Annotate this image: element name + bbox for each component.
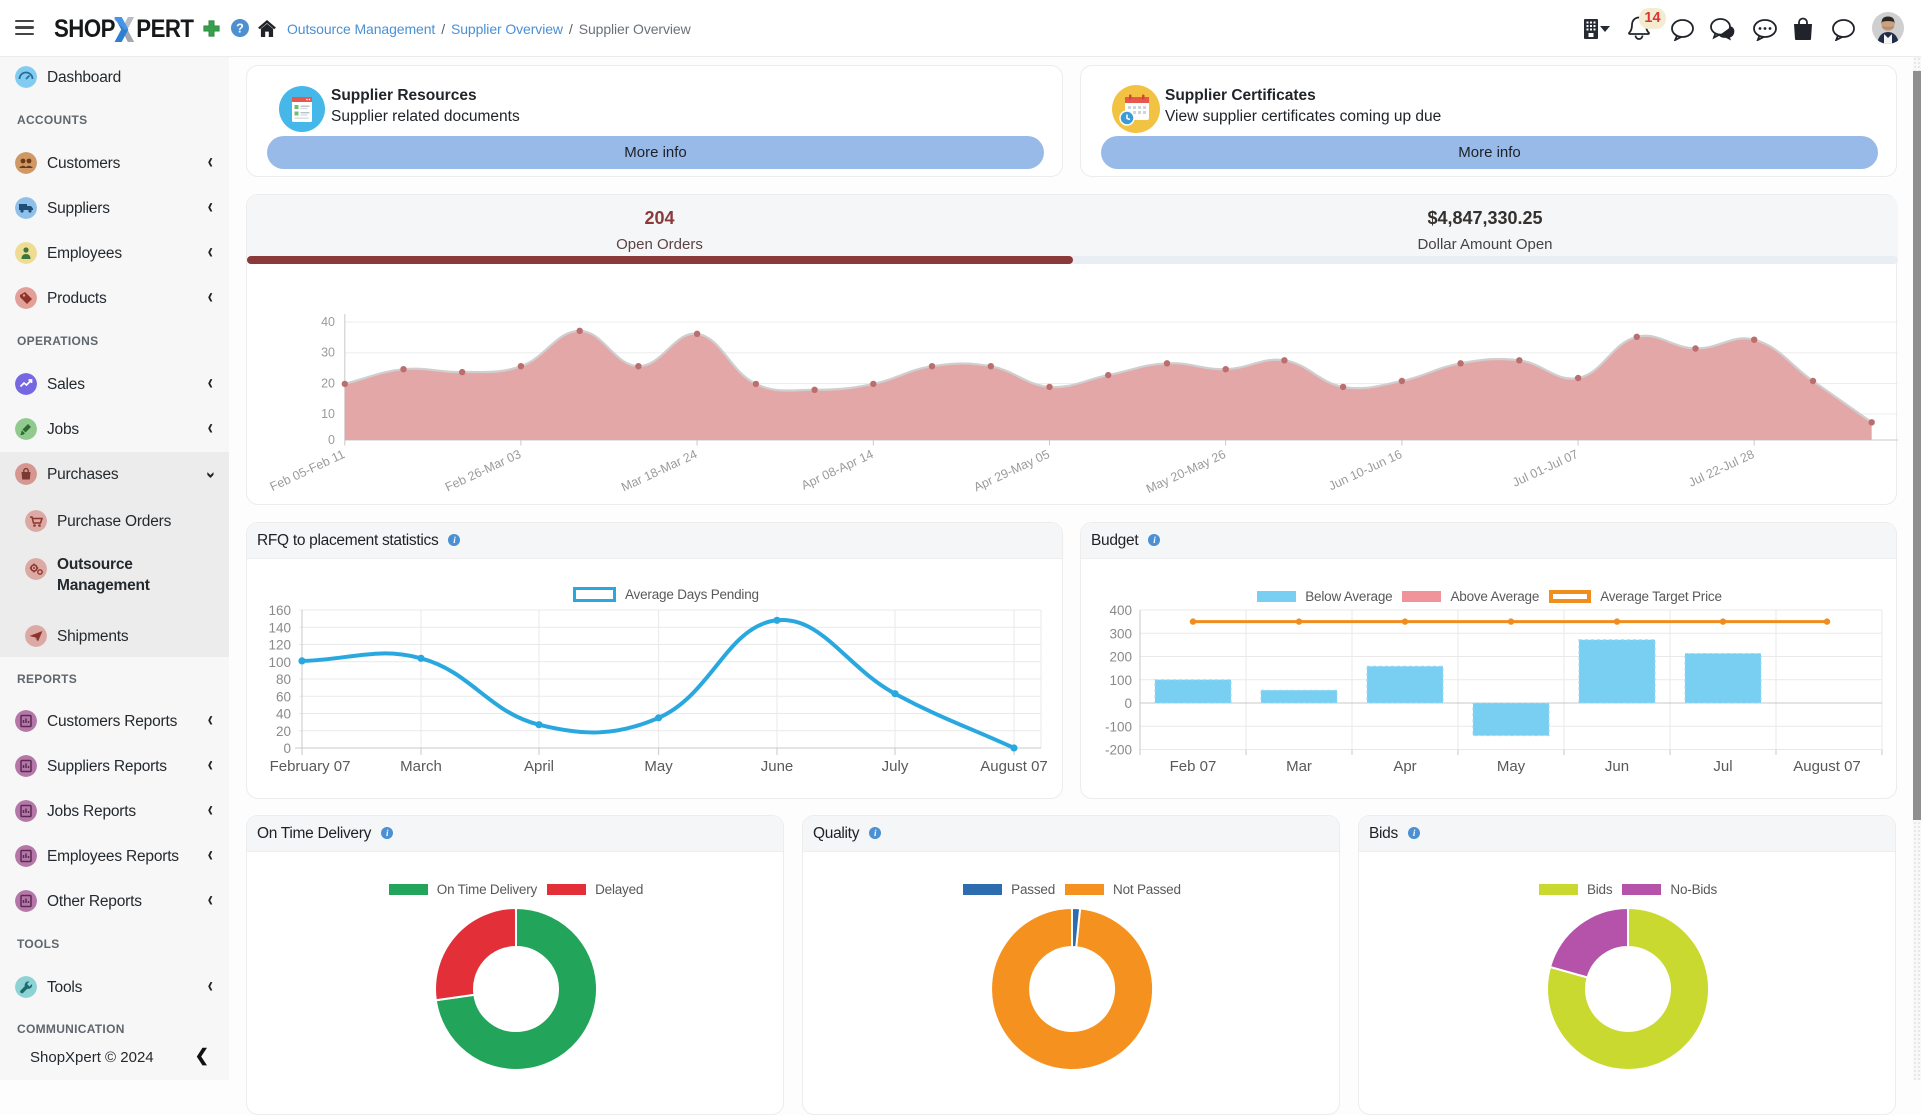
svg-text:0: 0 [1124,696,1132,711]
svg-text:Jul 01-Jul 07: Jul 01-Jul 07 [1510,447,1580,490]
svg-text:Mar 18-Mar 24: Mar 18-Mar 24 [619,447,699,494]
svg-text:20: 20 [276,724,291,739]
svg-text:Feb 26-Mar 03: Feb 26-Mar 03 [443,447,523,494]
svg-text:March: March [400,758,442,775]
svg-text:100: 100 [1109,673,1132,688]
svg-text:Mar: Mar [1286,758,1312,775]
svg-text:80: 80 [276,672,291,687]
svg-text:Apr 29-May 05: Apr 29-May 05 [972,447,1052,494]
svg-text:200: 200 [1109,650,1132,665]
svg-text:Feb 07: Feb 07 [1170,758,1217,775]
svg-text:400: 400 [1109,603,1132,618]
svg-text:May: May [1497,758,1526,775]
svg-text:160: 160 [268,603,291,618]
svg-text:April: April [524,758,554,775]
svg-text:0: 0 [283,741,291,756]
svg-text:July: July [882,758,909,775]
svg-text:May: May [644,758,673,775]
svg-text:100: 100 [268,655,291,670]
svg-text:Jul: Jul [1713,758,1732,775]
svg-text:Apr: Apr [1393,758,1416,775]
svg-text:February 07: February 07 [270,758,351,775]
svg-text:Apr 08-Apr 14: Apr 08-Apr 14 [799,447,875,493]
svg-text:June: June [761,758,794,775]
svg-text:40: 40 [321,315,335,329]
svg-text:Jun 10-Jun 16: Jun 10-Jun 16 [1326,447,1404,493]
svg-text:-200: -200 [1105,743,1132,758]
svg-text:?: ? [236,22,244,36]
svg-text:20: 20 [321,377,335,391]
svg-text:120: 120 [268,638,291,653]
svg-text:May 20-May 26: May 20-May 26 [1144,447,1228,496]
svg-text:Jun: Jun [1605,758,1629,775]
svg-text:0: 0 [328,433,335,447]
svg-text:10: 10 [321,407,335,421]
svg-text:140: 140 [268,620,291,635]
svg-text:Jul 22-Jul 28: Jul 22-Jul 28 [1686,447,1756,490]
svg-text:30: 30 [321,346,335,360]
svg-text:40: 40 [276,707,291,722]
svg-text:August 07: August 07 [980,758,1048,775]
svg-text:-100: -100 [1105,719,1132,734]
svg-text:Feb 05-Feb 11: Feb 05-Feb 11 [268,447,347,494]
svg-text:August 07: August 07 [1793,758,1861,775]
svg-text:300: 300 [1109,626,1132,641]
svg-text:60: 60 [276,689,291,704]
